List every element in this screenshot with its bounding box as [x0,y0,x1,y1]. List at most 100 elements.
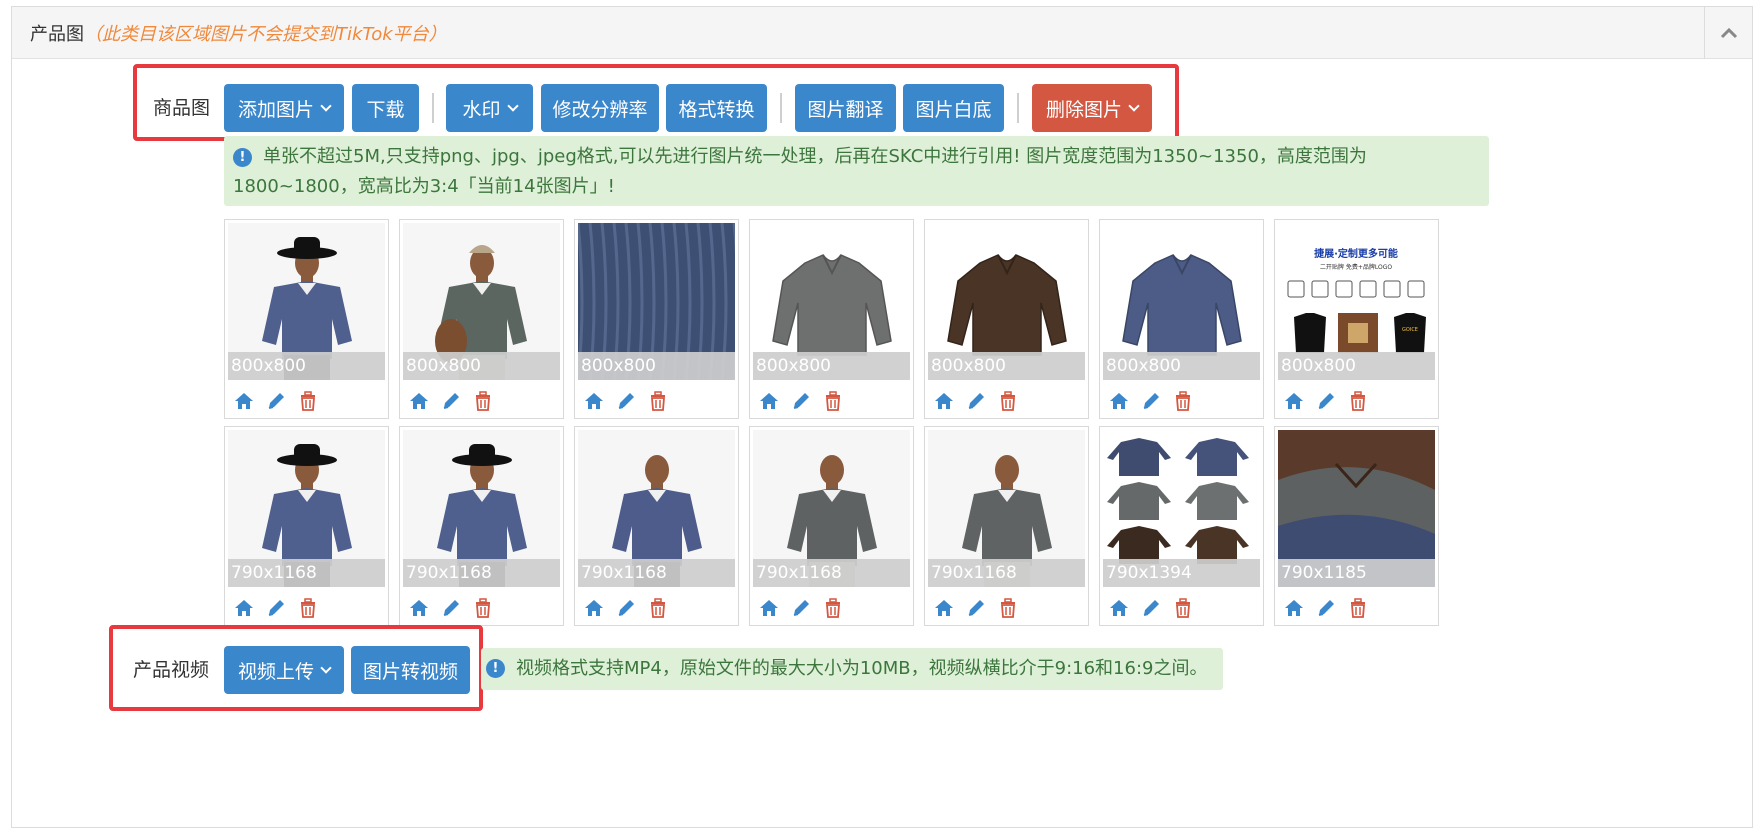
panel-note: （此类目该区域图片不会提交到TikTok平台） [84,24,447,45]
translate-image-button[interactable]: 图片翻译 [795,84,896,132]
home-icon[interactable] [1108,597,1130,619]
edit-icon[interactable] [1315,597,1337,619]
image-thumbnail[interactable]: 790x1168 [749,426,914,626]
thumbnail-actions [583,597,669,619]
home-icon[interactable] [758,597,780,619]
resolution-label: 修改分辨率 [552,98,648,121]
translate-image-label: 图片翻译 [807,98,884,121]
image-dimensions: 790x1168 [928,559,1085,587]
home-icon[interactable] [583,597,605,619]
edit-icon[interactable] [1315,390,1337,412]
image-thumbnail[interactable]: 800x800 [924,219,1089,419]
image-thumbnail[interactable]: 790x1168 [224,426,389,626]
image-thumbnail[interactable]: 790x1168 [924,426,1089,626]
delete-images-button[interactable]: 删除图片 [1032,84,1152,132]
home-icon[interactable] [1108,390,1130,412]
edit-icon[interactable] [615,390,637,412]
edit-icon[interactable] [1140,597,1162,619]
image-thumbnail[interactable]: 800x800 [749,219,914,419]
image-dimensions: 800x800 [403,352,560,380]
chevron-down-icon [320,662,332,674]
white-background-label: 图片白底 [915,98,992,121]
home-icon[interactable] [583,390,605,412]
home-icon[interactable] [758,390,780,412]
trash-icon[interactable] [822,390,844,412]
image-dimensions: 800x800 [1278,352,1435,380]
home-icon[interactable] [408,597,430,619]
image-dimensions: 790x1168 [403,559,560,587]
image-dimensions: 800x800 [928,352,1085,380]
edit-icon[interactable] [615,597,637,619]
image-thumbnail[interactable]: 790x1168 [399,426,564,626]
home-icon[interactable] [1283,597,1305,619]
white-background-button[interactable]: 图片白底 [903,84,1004,132]
image-thumbnail[interactable]: 790x1168 [574,426,739,626]
image-thumbnail[interactable]: 790x1394 [1099,426,1264,626]
edit-icon[interactable] [265,597,287,619]
thumbnail-actions [408,390,494,412]
image-to-video-button[interactable]: 图片转视频 [351,646,470,694]
home-icon[interactable] [933,390,955,412]
image-thumbnail[interactable]: 790x1185 [1274,426,1439,626]
home-icon[interactable] [933,597,955,619]
edit-icon[interactable] [965,597,987,619]
format-convert-label: 格式转换 [678,98,755,121]
trash-icon[interactable] [647,390,669,412]
trash-icon[interactable] [472,390,494,412]
toolbar-divider [432,93,434,123]
watermark-button[interactable]: 水印 [446,84,533,132]
thumbnail-actions [233,597,319,619]
image-requirements-notice: ! 单张不超过5M,只支持png、jpg、jpeg格式,可以先进行图片统一处理，… [224,136,1489,206]
video-label: 产品视频 [133,659,210,681]
image-thumbnail[interactable]: 800x800 [1099,219,1264,419]
image-thumbnail[interactable]: 800x800 [574,219,739,419]
video-upload-button[interactable]: 视频上传 [224,646,344,694]
edit-icon[interactable] [1140,390,1162,412]
image-dimensions: 790x1394 [1103,559,1260,587]
trash-icon[interactable] [1347,597,1369,619]
thumbnail-actions [758,390,844,412]
home-icon[interactable] [233,390,255,412]
trash-icon[interactable] [472,597,494,619]
trash-icon[interactable] [297,597,319,619]
edit-icon[interactable] [965,390,987,412]
trash-icon[interactable] [647,597,669,619]
edit-icon[interactable] [440,597,462,619]
resolution-button[interactable]: 修改分辨率 [541,84,659,132]
thumbnail-actions [1108,390,1194,412]
trash-icon[interactable] [1172,390,1194,412]
infographic-patch: GOICE [1402,327,1418,333]
image-thumbnail[interactable]: 800x800 [399,219,564,419]
image-thumbnail[interactable]: 800x800 [224,219,389,419]
trash-icon[interactable] [1172,597,1194,619]
thumbnail-actions [933,597,1019,619]
chevron-down-icon [320,100,332,112]
trash-icon[interactable] [1347,390,1369,412]
chevron-up-icon [1720,27,1737,39]
panel-title-text: 产品图 [30,24,84,45]
edit-icon[interactable] [790,390,812,412]
image-thumbnail[interactable]: 捷展·定制更多可能 二开贴牌 免费+品牌LOGO GOICE 800x800 [1274,219,1439,419]
download-button[interactable]: 下载 [352,84,419,132]
home-icon[interactable] [1283,390,1305,412]
image-dimensions: 800x800 [578,352,735,380]
home-icon[interactable] [408,390,430,412]
edit-icon[interactable] [440,390,462,412]
collapse-button[interactable] [1704,7,1752,59]
format-convert-button[interactable]: 格式转换 [666,84,767,132]
trash-icon[interactable] [997,597,1019,619]
home-icon[interactable] [233,597,255,619]
thumbnail-actions [1108,597,1194,619]
add-image-button[interactable]: 添加图片 [224,84,344,132]
trash-icon[interactable] [997,390,1019,412]
toolbar-divider [1017,93,1019,123]
chevron-down-icon [1128,100,1140,112]
product-images-label: 商品图 [153,97,211,119]
image-dimensions: 790x1168 [228,559,385,587]
edit-icon[interactable] [265,390,287,412]
thumbnail-actions [233,390,319,412]
edit-icon[interactable] [790,597,812,619]
trash-icon[interactable] [822,597,844,619]
infographic-subline: 二开贴牌 免费+品牌LOGO [1320,263,1392,271]
trash-icon[interactable] [297,390,319,412]
